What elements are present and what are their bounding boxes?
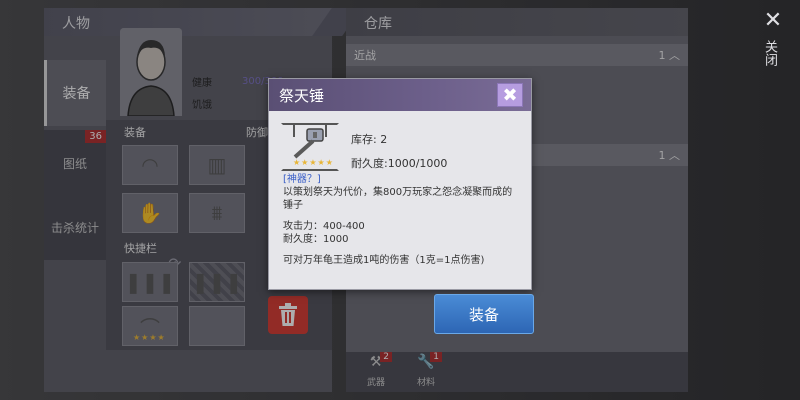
item-description: [神器？] 以策划祭天为代价，集800万玩家之怨念凝聚而成的锤子 攻击力：400… [283,173,519,267]
item-lore: 以策划祭天为代价，集800万玩家之怨念凝聚而成的锤子 [283,187,513,211]
close-label: 关闭 [762,40,777,66]
item-durability-stat: 耐久度：1000 [283,234,349,245]
item-effect: 可对万年龟王造成1吨的伤害（1克=1点伤害) [283,255,485,266]
item-stock: 库存: 2 [351,133,388,146]
item-rarity-stars: ★★★★★ [293,158,334,167]
item-name: 祭天锤 [279,87,325,105]
item-tag: [神器？] [283,174,321,185]
close-button[interactable]: ✕ 关闭 [760,8,786,67]
item-durability: 耐久度:1000/1000 [351,157,448,170]
item-frame: ★★★★★ [281,123,339,171]
close-icon: ✕ [763,8,783,33]
close-icon: ✖ [502,84,518,106]
item-attack: 攻击力：400-400 [283,221,365,232]
popup-header: 祭天锤 ✖ [269,79,531,111]
popup-close-button[interactable]: ✖ [497,83,523,107]
equip-button[interactable]: 装备 [434,294,534,334]
item-detail-popup: 祭天锤 ✖ ★★★★★ 库存: 2 耐久度:1000/1000 [神器？] 以策… [268,78,532,290]
